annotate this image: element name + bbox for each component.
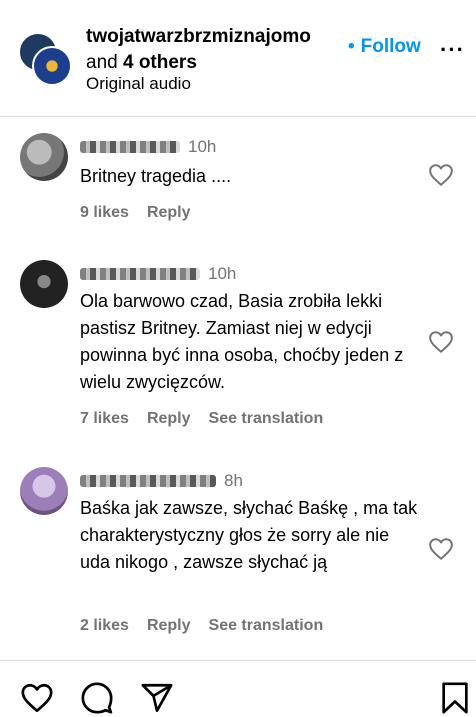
bookmark-icon[interactable]	[440, 681, 470, 715]
avatar[interactable]	[20, 133, 68, 181]
reel-header: twojatwarzbrzmiznajomo and 4 others Orig…	[0, 0, 476, 117]
author-names[interactable]: twojatwarzbrzmiznajomo and 4 others	[86, 24, 311, 76]
redacted-username[interactable]	[80, 475, 216, 487]
heart-icon[interactable]	[428, 163, 454, 187]
comment-text: Ola barwowo czad, Basia zrobiła lekki pa…	[80, 291, 404, 392]
follow-button[interactable]: • Follow	[348, 36, 421, 58]
share-icon[interactable]	[140, 681, 174, 715]
see-translation-button[interactable]: See translation	[209, 617, 324, 634]
others-link[interactable]: 4 others	[123, 52, 197, 73]
avatar[interactable]	[32, 46, 72, 86]
comment-time: 10h	[188, 137, 217, 156]
comment-time: 10h	[208, 264, 237, 283]
avatar[interactable]	[20, 467, 68, 515]
likes-count[interactable]: 2 likes	[80, 617, 129, 634]
comment-actions: 7 likes Reply See translation	[80, 410, 341, 428]
comment-text: Britney tragedia ....	[80, 166, 232, 186]
separator-dot: •	[348, 36, 355, 57]
avatar[interactable]	[20, 260, 68, 308]
redacted-username[interactable]	[80, 141, 180, 153]
heart-icon[interactable]	[20, 681, 54, 715]
more-icon[interactable]: ···	[440, 37, 465, 63]
audio-label[interactable]: Original audio	[86, 74, 191, 94]
heart-icon[interactable]	[428, 537, 454, 561]
likes-count[interactable]: 9 likes	[80, 204, 129, 221]
reply-button[interactable]: Reply	[147, 617, 191, 634]
redacted-username[interactable]	[80, 268, 200, 280]
username[interactable]: twojatwarzbrzmiznajomo	[86, 24, 311, 50]
comment-meta: 10h	[80, 137, 216, 157]
follow-label[interactable]: Follow	[361, 36, 421, 57]
author-avatars[interactable]	[18, 32, 74, 86]
comment-meta: 10h	[80, 264, 236, 284]
comment-time: 8h	[224, 471, 243, 490]
reply-button[interactable]: Reply	[147, 410, 191, 427]
comment-icon[interactable]	[80, 681, 114, 715]
reply-button[interactable]: Reply	[147, 204, 191, 221]
comment-meta: 8h	[80, 471, 243, 491]
action-bar	[0, 660, 476, 717]
likes-count[interactable]: 7 likes	[80, 410, 129, 427]
comment-actions: 9 likes Reply	[80, 204, 209, 222]
heart-icon[interactable]	[428, 330, 454, 354]
comment-text: Baśka jak zawsze, słychać Baśkę , ma tak…	[80, 498, 418, 572]
comment-actions: 2 likes Reply See translation	[80, 617, 341, 635]
and-text: and	[86, 52, 118, 73]
see-translation-button[interactable]: See translation	[209, 410, 324, 427]
